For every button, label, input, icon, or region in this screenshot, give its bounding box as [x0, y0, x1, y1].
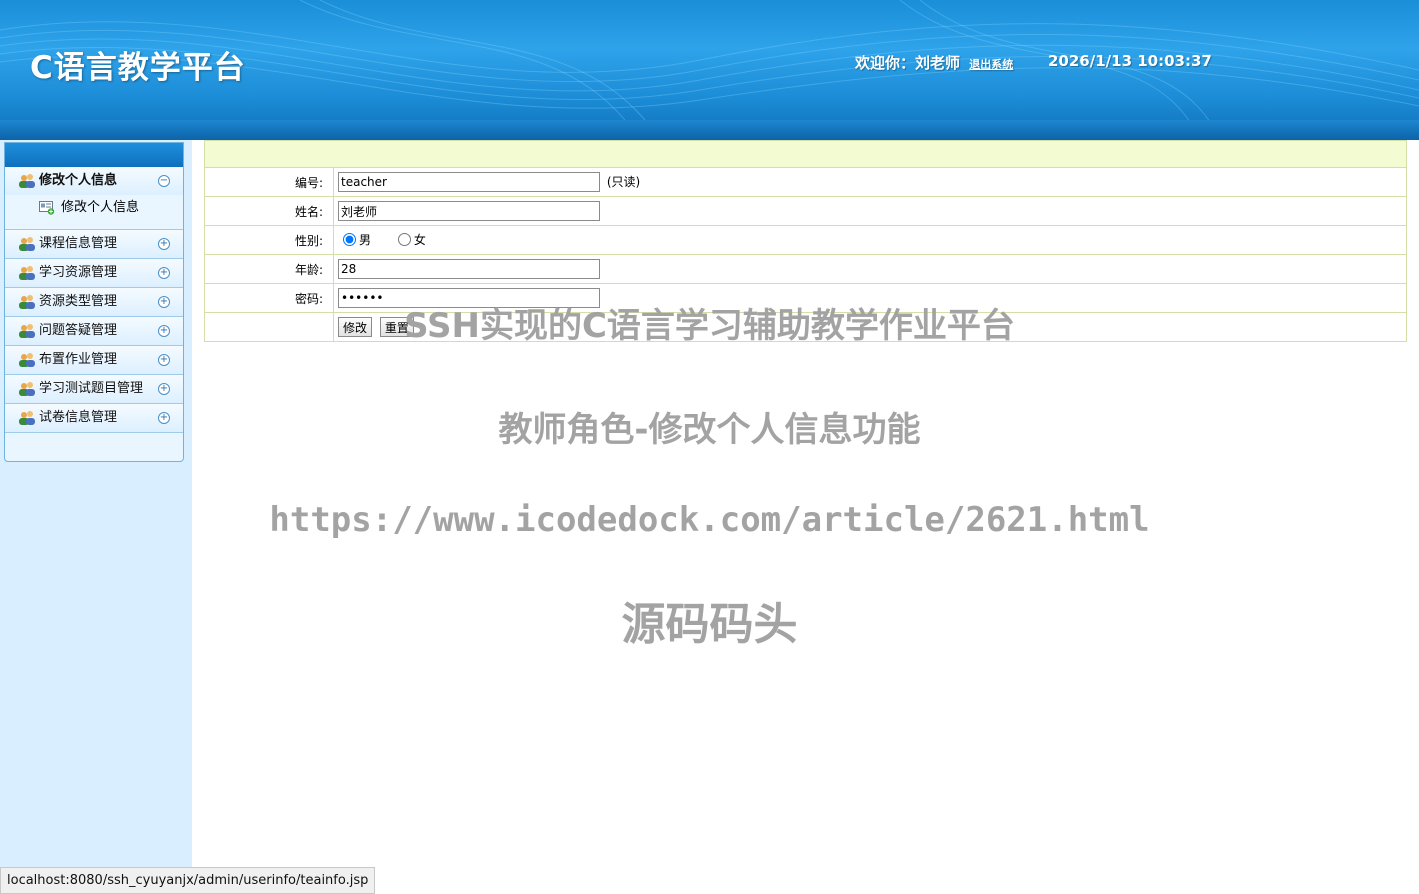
menu-head-course[interactable]: 课程信息管理 + — [5, 230, 183, 258]
menu-head-resources[interactable]: 学习资源管理 + — [5, 259, 183, 287]
page-header: C语言教学平台 欢迎你：刘老师 退出系统 2026/1/13 10:03:37 — [0, 0, 1419, 140]
submenu-profile: 修改个人信息 — [5, 195, 183, 229]
users-icon — [19, 411, 35, 425]
form-row-password: 密码: — [204, 283, 1407, 313]
header-bottom-bar — [0, 120, 1419, 140]
gender-male-label: 男 — [359, 233, 372, 247]
form-row-age: 年龄: — [204, 254, 1407, 284]
menu-head-label: 学习测试题目管理 — [39, 381, 144, 396]
profile-card-icon — [39, 201, 55, 215]
gender-female-option[interactable]: 女 — [393, 231, 426, 248]
menu-head-label: 问题答疑管理 — [39, 323, 118, 338]
menu-head-profile[interactable]: 修改个人信息 − — [5, 167, 183, 195]
profile-form: 编号: (只读) 姓名: 性别: 男 女 年龄: 密码: — [204, 140, 1407, 342]
id-label: 编号: — [204, 167, 334, 197]
collapse-icon[interactable]: − — [158, 175, 170, 187]
id-field[interactable] — [338, 172, 600, 192]
form-header-row — [204, 140, 1407, 168]
users-icon — [19, 237, 35, 251]
menu-head-label: 资源类型管理 — [39, 294, 118, 309]
expand-icon[interactable]: + — [158, 267, 170, 279]
user-greeting: 欢迎你：刘老师 退出系统 — [855, 52, 1013, 73]
gender-male-option[interactable]: 男 — [338, 231, 371, 248]
menu-group-resources: 学习资源管理 + — [5, 259, 183, 288]
name-value-cell — [333, 196, 1407, 226]
gender-label: 性别: — [204, 225, 334, 255]
form-row-name: 姓名: — [204, 196, 1407, 226]
gender-female-radio[interactable] — [397, 233, 411, 246]
menu-group-profile: 修改个人信息 − 修改个人信息 — [5, 167, 183, 230]
expand-icon[interactable]: + — [158, 238, 170, 250]
id-value-cell: (只读) — [333, 167, 1407, 197]
watermark-subtitle: 教师角色-修改个人信息功能 — [498, 410, 921, 450]
menu-head-homework[interactable]: 布置作业管理 + — [5, 346, 183, 374]
password-value-cell — [333, 283, 1407, 313]
menu-head-label: 布置作业管理 — [39, 352, 118, 367]
sub-item-label: 修改个人信息 — [61, 200, 140, 215]
menu-head-label: 修改个人信息 — [39, 173, 118, 188]
gender-male-radio[interactable] — [343, 233, 356, 246]
name-field[interactable] — [338, 201, 600, 221]
form-row-actions: 修改 重置 — [204, 312, 1407, 342]
expand-icon[interactable]: + — [158, 412, 170, 424]
menu-head-label: 学习资源管理 — [39, 265, 118, 280]
menu-group-qa: 问题答疑管理 + — [5, 317, 183, 346]
gender-value-cell: 男 女 — [333, 225, 1407, 255]
menu-group-papers: 试卷信息管理 + — [5, 404, 183, 433]
users-icon — [19, 324, 35, 338]
submit-button[interactable]: 修改 — [338, 317, 373, 337]
form-row-id: 编号: (只读) — [204, 167, 1407, 197]
users-icon — [19, 353, 35, 367]
browser-status-bar: localhost:8080/ssh_cyuyanjx/admin/userin… — [0, 867, 376, 894]
actions-cell: 修改 重置 — [333, 312, 1407, 342]
form-header-cell — [204, 140, 1407, 168]
expand-icon[interactable]: + — [158, 383, 170, 395]
actions-label-cell — [204, 312, 334, 342]
menu-head-resource-types[interactable]: 资源类型管理 + — [5, 288, 183, 316]
menu-head-label: 试卷信息管理 — [39, 410, 118, 425]
users-icon — [19, 295, 35, 309]
age-value-cell — [333, 254, 1407, 284]
sub-item-edit-profile[interactable]: 修改个人信息 — [5, 197, 183, 219]
reset-button[interactable]: 重置 — [379, 317, 414, 337]
menu-group-test-questions: 学习测试题目管理 + — [5, 375, 183, 404]
users-icon — [19, 266, 35, 280]
sidebar-menu: 修改个人信息 − 修改个人信息 课程信息管理 + 学习资源管理 + 资源类型管理… — [4, 142, 184, 462]
gender-female-label: 女 — [413, 233, 426, 247]
app-title: C语言教学平台 — [30, 50, 246, 86]
age-field[interactable] — [338, 259, 600, 279]
menu-head-qa[interactable]: 问题答疑管理 + — [5, 317, 183, 345]
menu-head-label: 课程信息管理 — [39, 236, 118, 251]
expand-icon[interactable]: + — [158, 325, 170, 337]
name-label: 姓名: — [204, 196, 334, 226]
menu-group-homework: 布置作业管理 + — [5, 346, 183, 375]
logout-link[interactable]: 退出系统 — [969, 58, 1013, 71]
password-field[interactable] — [338, 288, 600, 308]
sidebar-top-bar — [5, 143, 183, 167]
menu-group-resource-types: 资源类型管理 + — [5, 288, 183, 317]
menu-head-test-questions[interactable]: 学习测试题目管理 + — [5, 375, 183, 403]
current-datetime: 2026/1/13 10:03:37 — [1048, 52, 1212, 70]
menu-group-course: 课程信息管理 + — [5, 230, 183, 259]
expand-icon[interactable]: + — [158, 354, 170, 366]
users-icon — [19, 382, 35, 396]
watermark-url: https://www.icodedock.com/article/2621.h… — [269, 500, 1150, 540]
menu-head-papers[interactable]: 试卷信息管理 + — [5, 404, 183, 432]
age-label: 年龄: — [204, 254, 334, 284]
readonly-note: (只读) — [606, 174, 641, 189]
form-row-gender: 性别: 男 女 — [204, 225, 1407, 255]
watermark-brand: 源码码头 — [621, 599, 798, 650]
password-label: 密码: — [204, 283, 334, 313]
expand-icon[interactable]: + — [158, 296, 170, 308]
welcome-text: 欢迎你：刘老师 — [855, 54, 961, 72]
users-icon — [19, 174, 35, 188]
